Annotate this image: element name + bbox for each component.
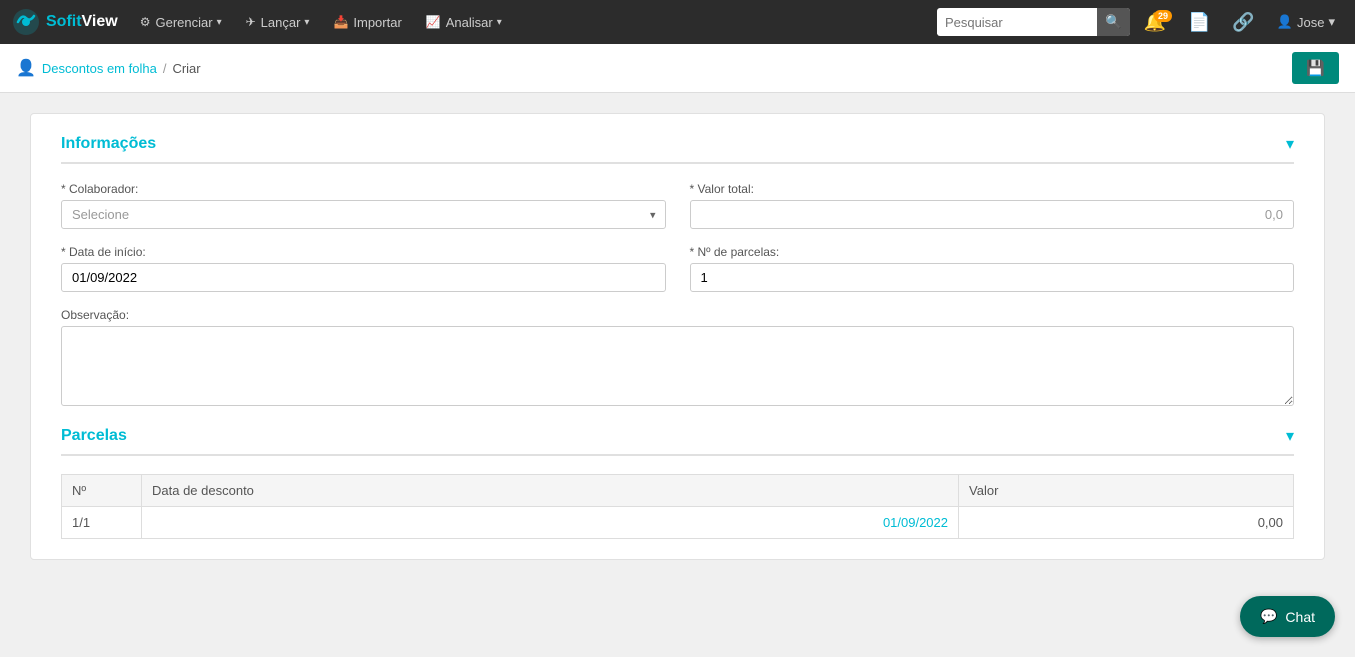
navbar-right: 🔍 🔔 29 📄 🔗 👤 Jose ▾	[937, 8, 1343, 36]
num-parcelas-label: * Nº de parcelas:	[690, 245, 1295, 259]
parcelas-table: Nº Data de desconto Valor 1/1 01/09/2022…	[61, 474, 1294, 539]
document-button[interactable]: 📄	[1180, 12, 1218, 33]
user-name: Jose	[1297, 15, 1324, 30]
share-button[interactable]: 🔗	[1224, 12, 1262, 33]
breadcrumb: 👤 Descontos em folha / Criar	[16, 58, 201, 78]
chevron-down-icon: ▾	[217, 17, 222, 28]
informacoes-collapse-icon[interactable]: ▾	[1286, 134, 1294, 154]
cell-num: 1/1	[62, 507, 142, 539]
col-num: Nº	[62, 475, 142, 507]
form-group-data-inicio: * Data de início:	[61, 245, 666, 292]
chart-icon: 📈	[426, 15, 441, 29]
parcelas-title: Parcelas	[61, 427, 127, 445]
informacoes-section-header: Informações ▾	[61, 134, 1294, 164]
data-inicio-input[interactable]	[61, 263, 666, 292]
main-content: Informações ▾ * Colaborador: Selecione ▾…	[0, 93, 1355, 580]
informacoes-title: Informações	[61, 135, 156, 153]
form-group-valor-total: * Valor total:	[690, 182, 1295, 229]
chat-button[interactable]: 💬 Chat	[1240, 596, 1335, 637]
cell-valor: 0,00	[959, 507, 1294, 539]
col-data-desconto: Data de desconto	[142, 475, 959, 507]
save-button[interactable]: 💾	[1292, 52, 1339, 84]
col-valor: Valor	[959, 475, 1294, 507]
chat-label: Chat	[1285, 609, 1315, 625]
user-menu[interactable]: 👤 Jose ▾	[1269, 14, 1343, 30]
brand-sofit: Sofit	[46, 13, 82, 30]
nav-importar[interactable]: 📥 Importar	[323, 0, 411, 44]
breadcrumb-link[interactable]: Descontos em folha	[42, 61, 157, 76]
table-row: 1/1 01/09/2022 0,00	[62, 507, 1294, 539]
data-inicio-label: * Data de início:	[61, 245, 666, 259]
nav-lancar[interactable]: ✈ Lançar ▾	[236, 0, 320, 44]
form-group-observacao: Observação:	[61, 308, 1294, 406]
notifications-button[interactable]: 🔔 29	[1136, 12, 1174, 33]
valor-total-input[interactable]	[690, 200, 1295, 229]
user-icon: 👤	[1277, 14, 1293, 30]
parcelas-section-header: Parcelas ▾	[61, 426, 1294, 456]
num-parcelas-input[interactable]	[690, 263, 1295, 292]
parcelas-section: Parcelas ▾ Nº Data de desconto Valor 1/1…	[61, 426, 1294, 539]
navbar: SofitView ⚙ Gerenciar ▾ ✈ Lançar ▾ 📥 Imp…	[0, 0, 1355, 44]
gear-icon: ⚙	[140, 15, 151, 29]
nav-analisar[interactable]: 📈 Analisar ▾	[416, 0, 512, 44]
form-group-colaborador: * Colaborador: Selecione ▾	[61, 182, 666, 229]
colaborador-label: * Colaborador:	[61, 182, 666, 196]
search-button[interactable]: 🔍	[1097, 8, 1130, 36]
chat-icon: 💬	[1260, 608, 1277, 625]
colaborador-select-wrapper: Selecione ▾	[61, 200, 666, 229]
form-card: Informações ▾ * Colaborador: Selecione ▾…	[30, 113, 1325, 560]
user-chevron-icon: ▾	[1328, 14, 1335, 30]
cell-data: 01/09/2022	[142, 507, 959, 539]
nav-gerenciar[interactable]: ⚙ Gerenciar ▾	[130, 0, 232, 44]
valor-total-label: * Valor total:	[690, 182, 1295, 196]
import-icon: 📥	[333, 15, 348, 29]
brand-logo[interactable]: SofitView	[12, 8, 118, 36]
breadcrumb-current: Criar	[172, 61, 200, 76]
breadcrumb-icon: 👤	[16, 58, 36, 78]
chevron-down-icon: ▾	[304, 17, 309, 28]
parcelas-collapse-icon[interactable]: ▾	[1286, 426, 1294, 446]
observacao-textarea[interactable]	[61, 326, 1294, 406]
search-input[interactable]	[937, 11, 1097, 34]
notification-badge: 29	[1154, 10, 1172, 22]
breadcrumb-separator: /	[163, 61, 167, 76]
form-group-num-parcelas: * Nº de parcelas:	[690, 245, 1295, 292]
search-box[interactable]: 🔍	[937, 8, 1130, 36]
colaborador-select[interactable]: Selecione	[61, 200, 666, 229]
row-data-parcelas: * Data de início: * Nº de parcelas:	[61, 245, 1294, 292]
observacao-label: Observação:	[61, 308, 1294, 322]
chevron-down-icon: ▾	[497, 17, 502, 28]
brand-view: View	[82, 13, 118, 30]
row-colaborador-valor: * Colaborador: Selecione ▾ * Valor total…	[61, 182, 1294, 229]
breadcrumb-bar: 👤 Descontos em folha / Criar 💾	[0, 44, 1355, 93]
launch-icon: ✈	[246, 15, 256, 29]
